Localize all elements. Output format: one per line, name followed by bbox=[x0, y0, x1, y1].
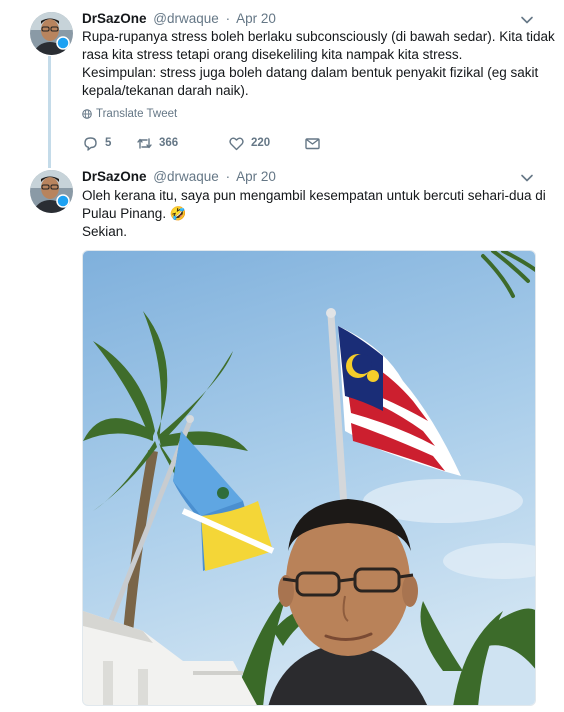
tweet-text-line: Rupa-rupanya stress boleh berlaku subcon… bbox=[82, 29, 555, 44]
globe-icon bbox=[82, 109, 92, 119]
chevron-down-icon[interactable] bbox=[520, 171, 534, 185]
tweet-2[interactable]: DrSazOne @drwaque · Apr 20 Oleh kerana i… bbox=[0, 166, 564, 712]
avatar[interactable] bbox=[30, 12, 73, 55]
retweet-icon bbox=[137, 137, 152, 149]
tweet-1[interactable]: DrSazOne @drwaque · Apr 20 Rupa-rupanya … bbox=[0, 0, 564, 168]
tweet-text-line: rasa kita stress tetapi orang disekelili… bbox=[82, 47, 463, 62]
tweet-text: Oleh kerana itu, saya pun mengambil kese… bbox=[82, 187, 546, 241]
tweet-header: DrSazOne @drwaque · Apr 20 bbox=[82, 169, 276, 184]
tweet-photo[interactable] bbox=[82, 250, 536, 706]
user-handle[interactable]: @drwaque bbox=[153, 169, 219, 184]
separator: · bbox=[225, 169, 231, 184]
tweet-actions: 5 366 220 bbox=[82, 134, 321, 152]
reply-button[interactable]: 5 bbox=[82, 134, 136, 152]
translate-label: Translate Tweet bbox=[96, 108, 178, 120]
reply-icon bbox=[84, 136, 97, 151]
translate-tweet-link[interactable]: Translate Tweet bbox=[82, 108, 177, 120]
tweet-text-line: Kesimpulan: stress juga boleh datang dal… bbox=[82, 65, 539, 80]
separator: · bbox=[225, 11, 231, 26]
user-handle[interactable]: @drwaque bbox=[153, 11, 219, 26]
like-icon bbox=[229, 137, 244, 150]
reply-count: 5 bbox=[105, 137, 112, 149]
tweet-text: Rupa-rupanya stress boleh berlaku subcon… bbox=[82, 28, 555, 100]
avatar[interactable] bbox=[30, 170, 73, 213]
tweet-date[interactable]: Apr 20 bbox=[236, 11, 276, 26]
like-button[interactable]: 220 bbox=[228, 134, 304, 152]
tweet-header: DrSazOne @drwaque · Apr 20 bbox=[82, 11, 276, 26]
display-name[interactable]: DrSazOne bbox=[82, 11, 147, 26]
like-count: 220 bbox=[251, 137, 271, 149]
retweet-button[interactable]: 366 bbox=[136, 134, 228, 152]
tweet-text-line: kepala/tekanan darah naik). bbox=[82, 83, 249, 98]
tweet-text-line: Sekian. bbox=[82, 224, 128, 239]
tweet-text-line: Pulau Pinang. 🤣 bbox=[82, 206, 187, 221]
display-name[interactable]: DrSazOne bbox=[82, 169, 147, 184]
direct-message-button[interactable] bbox=[304, 134, 321, 152]
tweet-text-line: Oleh kerana itu, saya pun mengambil kese… bbox=[82, 188, 546, 203]
thread-line bbox=[48, 56, 51, 168]
chevron-down-icon[interactable] bbox=[520, 13, 534, 27]
retweet-count: 366 bbox=[159, 137, 179, 149]
message-icon bbox=[305, 137, 320, 149]
tweet-date[interactable]: Apr 20 bbox=[236, 169, 276, 184]
